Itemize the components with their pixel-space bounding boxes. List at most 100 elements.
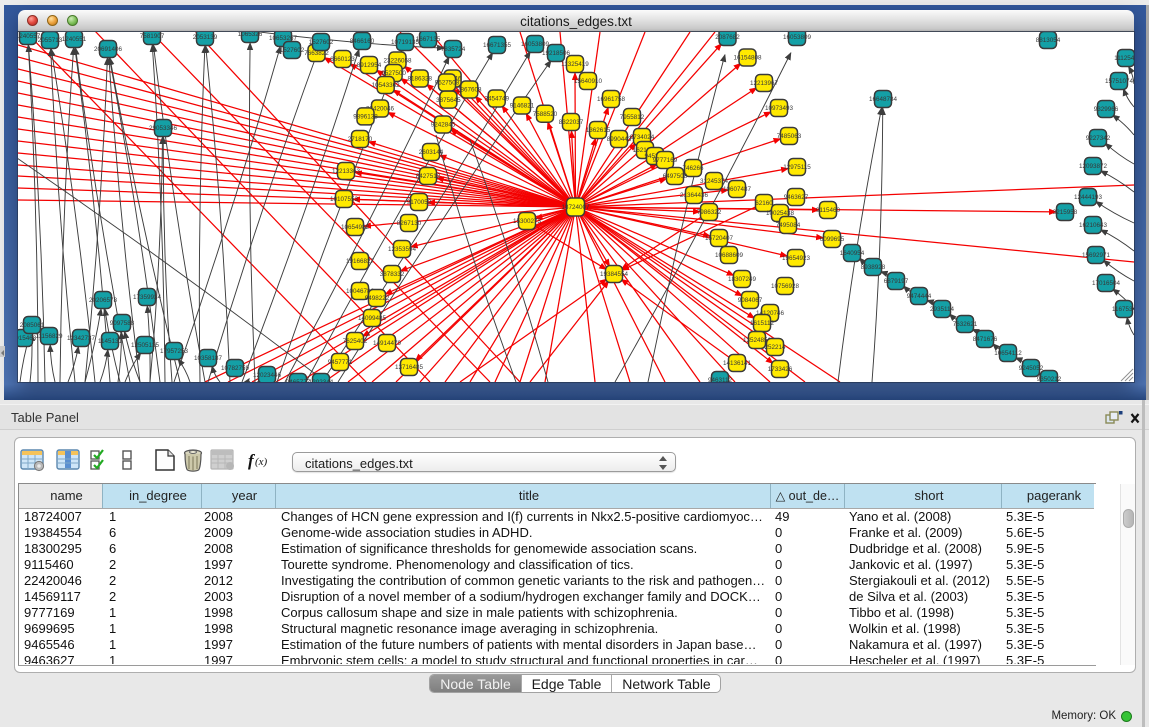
svg-text:9170052: 9170052 (407, 199, 432, 206)
svg-text:9245052: 9245052 (1019, 365, 1044, 372)
svg-text:8660123: 8660123 (330, 56, 355, 63)
svg-text:19166827: 19166827 (346, 258, 375, 265)
svg-text:9474444: 9474444 (907, 293, 932, 300)
svg-text:2055713: 2055713 (38, 37, 63, 44)
svg-text:10688609: 10688609 (715, 252, 744, 259)
svg-text:1733426: 1733426 (768, 366, 793, 373)
svg-text:9242845: 9242845 (431, 122, 456, 129)
svg-text:2603144: 2603144 (419, 149, 444, 156)
svg-text:12444193: 12444193 (1074, 194, 1103, 201)
svg-text:1167534: 1167534 (1112, 306, 1134, 313)
svg-text:1640954: 1640954 (840, 250, 865, 257)
svg-text:6879197: 6879197 (884, 278, 909, 285)
svg-text:6734024: 6734024 (630, 134, 655, 141)
svg-text:12353594: 12353594 (388, 246, 417, 253)
svg-text:8938928: 8938928 (861, 264, 886, 271)
svg-text:7495084: 7495084 (776, 222, 801, 229)
svg-text:3915463: 3915463 (18, 335, 37, 342)
svg-text:16648784: 16648784 (869, 96, 898, 103)
svg-text:21364436: 21364436 (680, 192, 709, 199)
svg-text:17957253: 17957253 (160, 348, 189, 355)
svg-text:8471676: 8471676 (973, 336, 998, 343)
svg-text:11156829: 11156829 (35, 333, 63, 340)
svg-text:10543362: 10543362 (372, 82, 401, 89)
svg-text:7485063: 7485063 (777, 133, 802, 140)
svg-text:10107553: 10107553 (330, 196, 359, 203)
svg-text:12023446: 12023446 (253, 372, 282, 379)
svg-text:7632621: 7632621 (953, 321, 978, 328)
svg-text:9498222: 9498222 (365, 295, 390, 302)
svg-text:11325419: 11325419 (561, 61, 589, 68)
svg-text:9115460: 9115460 (816, 207, 841, 214)
svg-text:2718170: 2718170 (348, 136, 373, 143)
svg-text:12213363: 12213363 (332, 168, 361, 175)
svg-text:10654112: 10654112 (994, 350, 1022, 357)
svg-text:12342737: 12342737 (67, 335, 96, 342)
svg-text:19654923: 19654923 (782, 255, 811, 262)
svg-text:3875645: 3875645 (436, 97, 461, 104)
svg-text:12093872: 12093872 (1079, 163, 1108, 170)
svg-text:14099485: 14099485 (358, 315, 387, 322)
svg-text:12975115: 12975115 (783, 164, 811, 171)
svg-text:1615112: 1615112 (750, 320, 775, 327)
svg-text:9097588: 9097588 (110, 320, 135, 327)
svg-text:746266: 746266 (682, 165, 704, 172)
svg-text:252214: 252214 (764, 344, 786, 351)
svg-text:10607487: 10607487 (723, 186, 752, 193)
svg-text:18724007: 18724007 (561, 204, 590, 211)
svg-text:6099695: 6099695 (820, 236, 845, 243)
svg-text:1065326: 1065326 (238, 32, 263, 38)
svg-text:9777169: 9777169 (653, 157, 678, 164)
svg-text:14136141: 14136141 (723, 360, 752, 367)
svg-text:9463112: 9463112 (708, 377, 733, 382)
svg-text:15720407: 15720407 (705, 235, 734, 242)
svg-text:1527602: 1527602 (280, 47, 305, 54)
svg-text:2087682: 2087682 (715, 34, 740, 41)
svg-text:8322037: 8322037 (559, 119, 584, 126)
svg-text:15751074: 15751074 (1105, 78, 1134, 85)
svg-text:7581907: 7581907 (140, 33, 165, 40)
svg-text:2053139: 2053139 (193, 34, 218, 41)
svg-text:7663822: 7663822 (304, 50, 329, 57)
svg-text:29053346: 29053346 (149, 125, 178, 132)
svg-text:16671355: 16671355 (483, 42, 512, 49)
svg-text:31245374: 31245374 (700, 178, 729, 185)
svg-text:9465777: 9465777 (286, 379, 311, 382)
svg-text:6497508: 6497508 (663, 173, 688, 180)
svg-text:1240551: 1240551 (62, 36, 87, 43)
svg-text:9350212: 9350212 (1037, 376, 1062, 382)
svg-text:15300273: 15300273 (513, 218, 542, 225)
svg-text:8912954: 8912954 (357, 62, 382, 69)
svg-text:2935114: 2935114 (930, 306, 955, 313)
svg-text:1667135: 1667135 (416, 36, 441, 43)
svg-text:10782759: 10782759 (221, 365, 250, 372)
svg-text:16154808: 16154808 (733, 55, 762, 62)
svg-text:15640910: 15640910 (574, 78, 603, 85)
svg-text:1202344: 1202344 (309, 379, 334, 382)
svg-text:8813054: 8813054 (1036, 37, 1061, 44)
svg-text:7835724: 7835724 (441, 46, 466, 53)
svg-text:19218506: 19218506 (542, 50, 571, 57)
svg-text:9146821: 9146821 (510, 103, 535, 110)
svg-text:8267130: 8267130 (397, 220, 422, 227)
svg-text:3454749: 3454749 (484, 96, 509, 103)
svg-text:9457771: 9457771 (328, 359, 353, 366)
svg-text:2867608: 2867608 (457, 87, 482, 94)
svg-text:17359924: 17359924 (133, 294, 162, 301)
svg-text:20206578: 20206578 (89, 297, 118, 304)
svg-text:7588520: 7588520 (533, 111, 558, 118)
svg-text:14914479: 14914479 (373, 340, 402, 347)
svg-text:18307249: 18307249 (728, 276, 757, 283)
svg-text:17016504: 17016504 (1092, 280, 1121, 287)
svg-text:7955812: 7955812 (620, 114, 645, 121)
svg-text:10654982: 10654982 (341, 224, 370, 231)
svg-text:15692971: 15692971 (1082, 252, 1111, 259)
svg-text:10973493: 10973493 (765, 105, 794, 112)
svg-text:9463627: 9463627 (784, 194, 809, 201)
svg-text:1527602: 1527602 (309, 39, 334, 46)
svg-text:23226058: 23226058 (383, 58, 412, 65)
svg-text:3215958: 3215958 (1053, 209, 1078, 216)
svg-text:10358187: 10358187 (194, 355, 223, 362)
svg-text:12505135: 12505135 (131, 342, 160, 349)
svg-text:2085061: 2085061 (20, 322, 45, 329)
